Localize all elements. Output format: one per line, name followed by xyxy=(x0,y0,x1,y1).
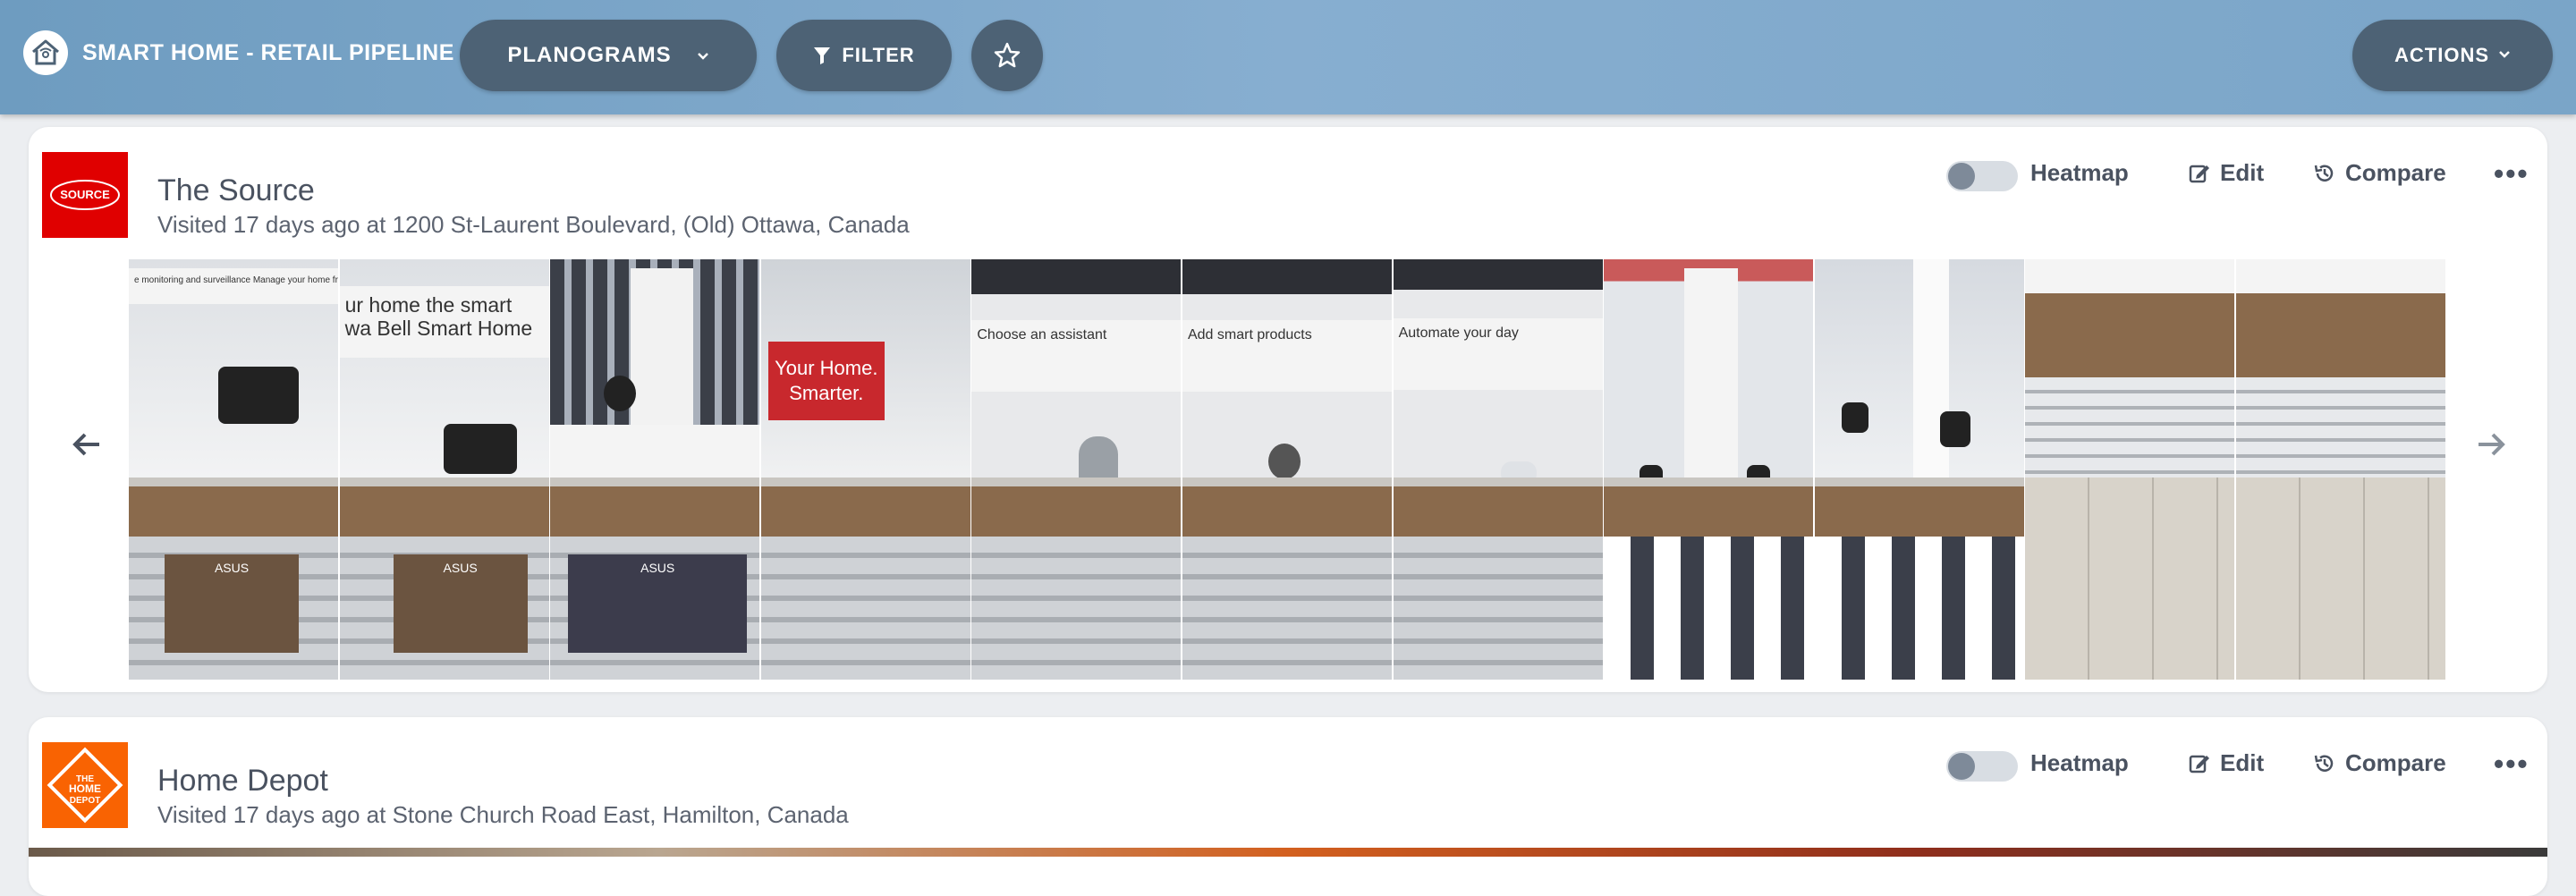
heatmap-label[interactable]: Heatmap xyxy=(2030,749,2129,777)
brand[interactable]: SMART HOME - RETAIL PIPELINE xyxy=(23,30,454,75)
star-icon xyxy=(994,42,1021,68)
photo-sign-text: Automate your day xyxy=(1393,318,1603,390)
photo-thumbnail[interactable]: Your Home. Smarter. xyxy=(760,259,970,680)
actions-label: ACTIONS xyxy=(2394,44,2489,66)
store-name[interactable]: The Source xyxy=(157,173,315,208)
filter-button[interactable]: FILTER xyxy=(776,20,952,91)
photo-strip xyxy=(29,848,2547,857)
photo-thumbnail[interactable] xyxy=(2025,259,2235,680)
history-icon xyxy=(2314,165,2334,182)
edit-icon xyxy=(2189,165,2209,182)
store-visit-info: Visited 17 days ago at Stone Church Road… xyxy=(157,801,849,828)
compare-button[interactable]: Compare xyxy=(2313,159,2446,187)
store-name[interactable]: Home Depot xyxy=(157,764,328,799)
more-options-icon[interactable]: ••• xyxy=(2494,157,2529,190)
photo-thumbnail[interactable]: Choose an assistant xyxy=(971,259,1182,680)
edit-label: Edit xyxy=(2220,159,2265,186)
edit-label: Edit xyxy=(2220,749,2265,776)
compare-label: Compare xyxy=(2345,159,2446,186)
photo-thumbnail[interactable] xyxy=(1814,259,2024,680)
svg-text:SOURCE: SOURCE xyxy=(60,188,110,201)
store-card: SOURCE The Source Visited 17 days ago at… xyxy=(29,127,2547,692)
more-options-icon[interactable]: ••• xyxy=(2494,748,2529,781)
favorites-button[interactable] xyxy=(971,20,1043,91)
store-visit-info: Visited 17 days ago at 1200 St-Laurent B… xyxy=(157,211,910,238)
planograms-label: PLANOGRAMS xyxy=(507,43,672,67)
edit-icon xyxy=(2189,755,2209,773)
photo-thumbnail[interactable]: ASUS xyxy=(550,259,760,680)
photo-thumbnail[interactable] xyxy=(2235,259,2445,680)
filter-label: FILTER xyxy=(842,44,915,66)
edit-button[interactable]: Edit xyxy=(2188,159,2264,187)
chevron-down-icon xyxy=(2498,47,2511,63)
filter-icon xyxy=(814,47,831,64)
photo-sign-text: Add smart products xyxy=(1182,320,1392,392)
arrow-right-icon[interactable] xyxy=(2469,422,2513,467)
svg-text:DEPOT: DEPOT xyxy=(70,796,100,806)
compare-label: Compare xyxy=(2345,749,2446,776)
smart-home-logo-icon xyxy=(23,30,68,75)
compare-button[interactable]: Compare xyxy=(2313,749,2446,777)
photo-thumbnail[interactable] xyxy=(1604,259,1814,680)
actions-dropdown[interactable]: ACTIONS xyxy=(2352,20,2553,91)
photo-thumbnail[interactable]: Automate your day xyxy=(1393,259,1603,680)
photo-strip: e monitoring and surveillance Manage you… xyxy=(129,259,2447,680)
photo-thumbnail[interactable]: Add smart products xyxy=(1182,259,1392,680)
edit-button[interactable]: Edit xyxy=(2188,749,2264,777)
photo-sign-text: e monitoring and surveillance Manage you… xyxy=(129,268,338,304)
store-card: THE HOME DEPOT Home Depot Visited 17 day… xyxy=(29,717,2547,896)
photo-sign-text: Your Home. Smarter. xyxy=(767,342,885,420)
arrow-left-icon[interactable] xyxy=(64,422,109,467)
store-logo: SOURCE xyxy=(42,152,128,238)
planograms-dropdown[interactable]: PLANOGRAMS xyxy=(460,20,757,91)
photo-sign-text xyxy=(550,425,760,478)
photo-thumbnail[interactable]: ur home the smart wa Bell Smart Home ASU… xyxy=(339,259,549,680)
top-bar: SMART HOME - RETAIL PIPELINE PLANOGRAMS … xyxy=(0,0,2576,114)
svg-text:HOME: HOME xyxy=(69,782,101,795)
photo-thumbnail[interactable]: e monitoring and surveillance Manage you… xyxy=(129,259,338,680)
app-title: SMART HOME - RETAIL PIPELINE xyxy=(82,39,454,65)
store-logo: THE HOME DEPOT xyxy=(42,742,128,828)
toggle-knob xyxy=(1948,163,1975,190)
heatmap-label[interactable]: Heatmap xyxy=(2030,159,2129,187)
heatmap-toggle[interactable] xyxy=(1946,751,2018,782)
chevron-down-icon xyxy=(697,46,709,65)
heatmap-toggle[interactable] xyxy=(1946,161,2018,191)
history-icon xyxy=(2314,755,2334,772)
toggle-knob xyxy=(1948,753,1975,780)
photo-sign-text: ur home the smart wa Bell Smart Home xyxy=(339,286,549,358)
photo-sign-text: Choose an assistant xyxy=(971,320,1182,392)
